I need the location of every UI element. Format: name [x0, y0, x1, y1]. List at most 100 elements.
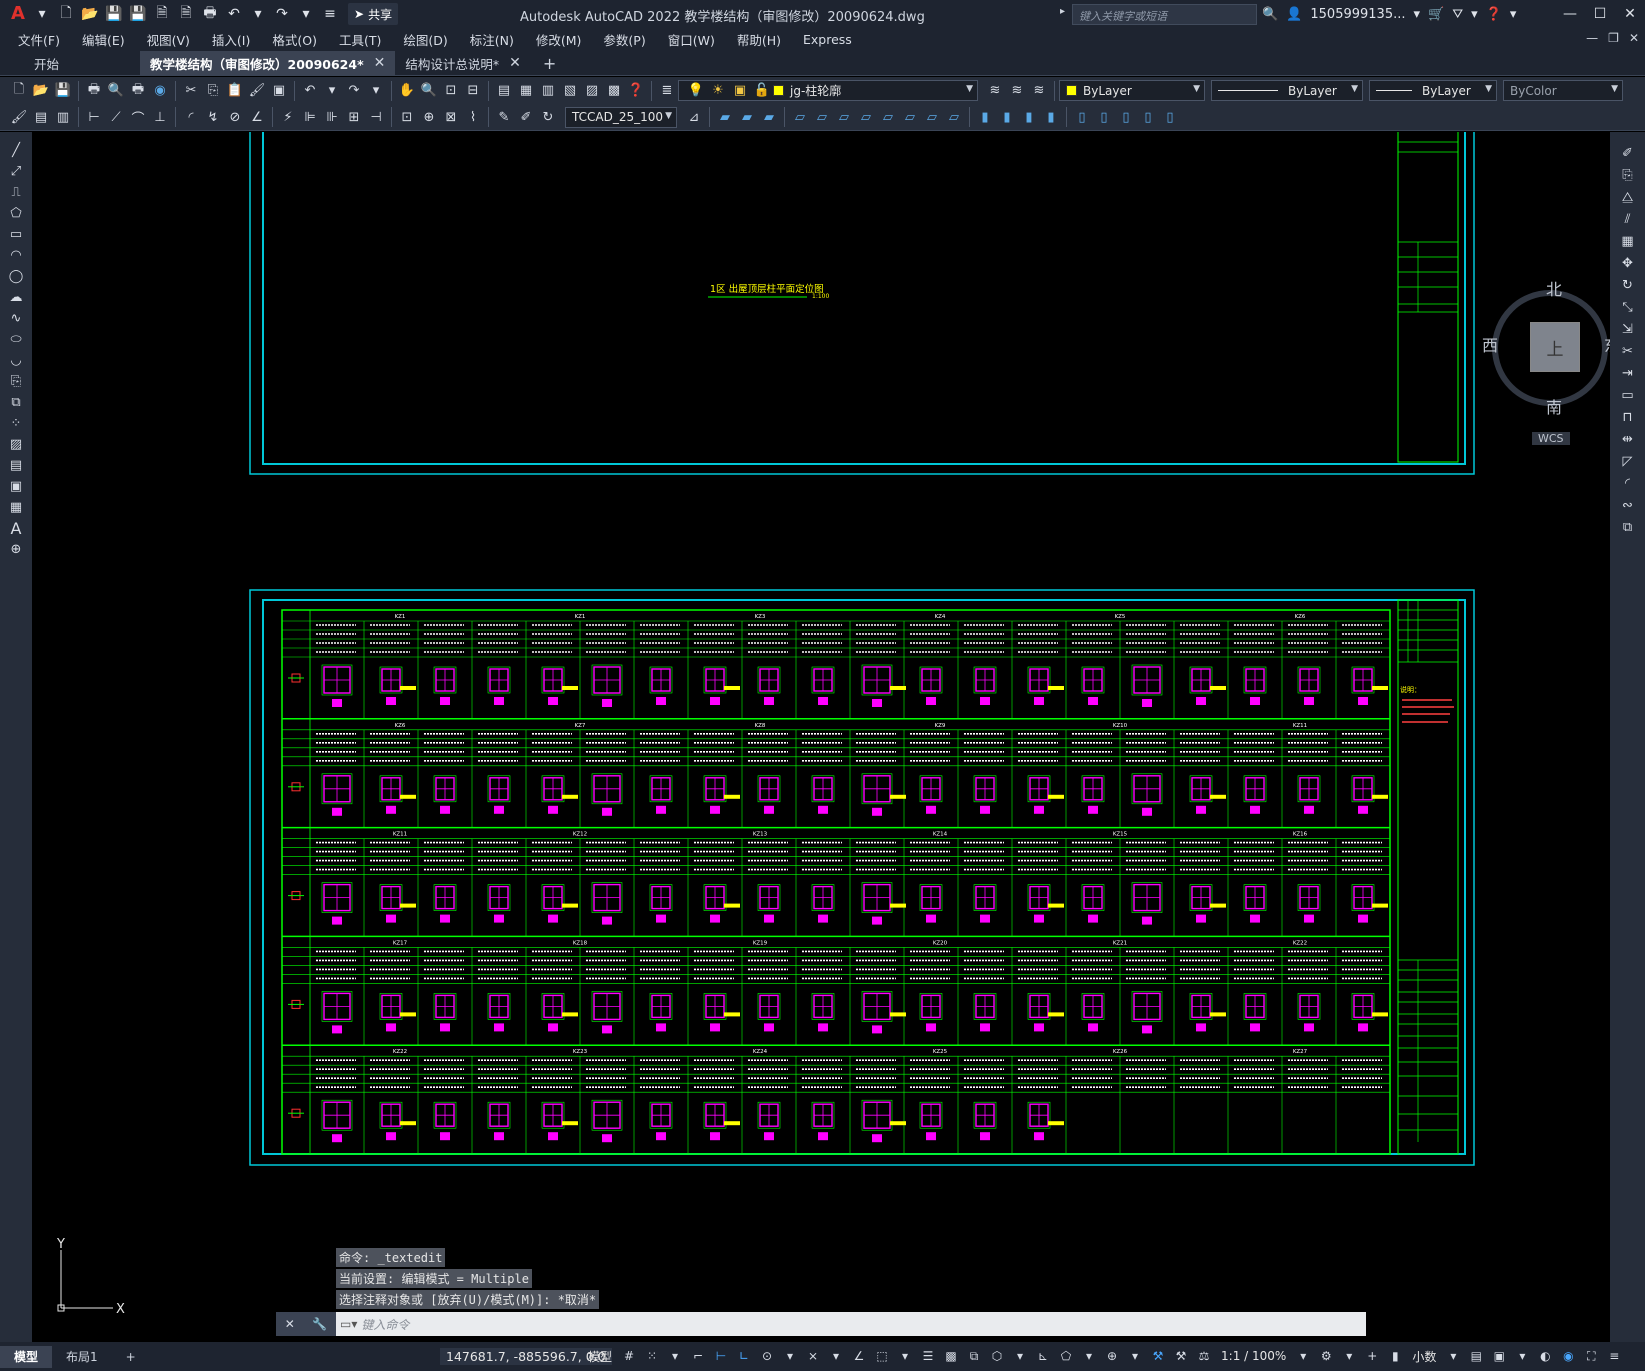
modify-join-icon[interactable]: ▮ — [997, 107, 1017, 127]
hatch-icon[interactable]: ▨ — [5, 434, 27, 455]
copy-object-icon[interactable]: ⎘ — [1617, 164, 1639, 186]
isolate-objects-icon[interactable]: ◐ — [1535, 1346, 1555, 1366]
radius-dim-icon[interactable]: ◜ — [181, 107, 201, 127]
redo-icon[interactable]: ↷ — [271, 3, 293, 25]
undo-icon[interactable]: ↶ — [223, 3, 245, 25]
paste-icon[interactable]: 📋 — [225, 81, 245, 101]
menu-parametric[interactable]: 参数(P) — [603, 30, 657, 49]
viewcube-south[interactable]: 南 — [1546, 394, 1562, 418]
move-icon[interactable]: ✥ — [1617, 252, 1639, 274]
dynamic-ucs-icon[interactable]: ⊾ — [1033, 1346, 1053, 1366]
redo-dropdown-icon[interactable]: ▾ — [295, 3, 317, 25]
tab-start[interactable]: 开始 — [0, 51, 140, 75]
blend-icon[interactable]: ∾ — [1617, 494, 1639, 516]
object-snap-dropdown-icon[interactable]: ▾ — [895, 1346, 915, 1366]
snap-dropdown-icon[interactable]: ▾ — [665, 1346, 685, 1366]
upper-sheet-title[interactable]: 1区 出屋顶层柱平面定位图 — [710, 283, 824, 295]
construction-line-icon[interactable]: ⤢ — [5, 161, 27, 182]
search-icon[interactable]: 🔍 — [1262, 7, 1278, 22]
menu-express[interactable]: Express — [803, 32, 864, 47]
dynamic-input-icon[interactable]: ⊢ — [711, 1346, 731, 1366]
polygon-icon[interactable]: ⬠ — [5, 203, 27, 224]
open-file-icon[interactable]: 📂 — [79, 3, 101, 25]
make-block-icon[interactable]: ⧉ — [5, 392, 27, 413]
autocad-logo-icon[interactable]: A — [6, 3, 30, 25]
layer-properties-icon[interactable]: ≣ — [657, 81, 677, 101]
units-icon[interactable]: ▮ — [1385, 1346, 1405, 1366]
region-icon[interactable]: ▣ — [5, 476, 27, 497]
aligned-dim-icon[interactable]: ⟋ — [106, 107, 126, 127]
array-icon[interactable]: ▦ — [1617, 230, 1639, 252]
angular-dim-icon[interactable]: ∠ — [247, 107, 267, 127]
user-icon[interactable]: 👤 — [1286, 7, 1302, 22]
linetype-dropdown[interactable]: ByLayer ▼ — [1211, 80, 1363, 101]
maximize-icon[interactable]: ☐ — [1585, 0, 1615, 28]
copy-clip-icon[interactable]: ▤ — [31, 107, 51, 127]
help-dropdown-icon[interactable]: ▾ — [1510, 7, 1517, 22]
ortho-icon[interactable]: ∟ — [734, 1346, 754, 1366]
preview-icon[interactable]: 🔍 — [106, 81, 126, 101]
customization-icon[interactable]: ≡ — [1604, 1346, 1624, 1366]
menu-tools[interactable]: 工具(T) — [339, 30, 393, 49]
new-tab-icon[interactable]: + — [531, 51, 568, 75]
grid-icon[interactable]: # — [619, 1346, 639, 1366]
rectangle-icon[interactable]: ▭ — [5, 224, 27, 245]
minimize-icon[interactable]: — — [1555, 0, 1585, 28]
viewcube-north[interactable]: 北 — [1546, 276, 1562, 300]
modify-copy-icon[interactable]: ▰ — [737, 107, 757, 127]
snap-icon[interactable]: ⁙ — [642, 1346, 662, 1366]
quick-properties-icon[interactable]: ▤ — [1466, 1346, 1486, 1366]
dim-style-icon[interactable]: ▥ — [53, 107, 73, 127]
ellipse-icon[interactable]: ⬭ — [5, 329, 27, 350]
isodraft-dropdown-icon[interactable]: ▾ — [826, 1346, 846, 1366]
table-icon[interactable]: ▦ — [5, 497, 27, 518]
modify-chamfer-icon[interactable]: ▮ — [1019, 107, 1039, 127]
a360-dropdown-icon[interactable]: ▾ — [1471, 7, 1478, 22]
save-icon[interactable]: 💾 — [103, 3, 125, 25]
viewcube-west[interactable]: 西 — [1482, 332, 1498, 356]
units-dropdown-icon[interactable]: ▾ — [1443, 1346, 1463, 1366]
inspection-icon[interactable]: ⊠ — [441, 107, 461, 127]
tab-layout1[interactable]: 布局1 — [52, 1346, 112, 1368]
redo-dropdown-icon[interactable]: ▾ — [366, 81, 386, 101]
properties-icon[interactable]: ▤ — [494, 81, 514, 101]
ucs-icon[interactable]: Y X — [55, 1238, 135, 1318]
offset-icon[interactable]: ⫽ — [1617, 208, 1639, 230]
match-icon[interactable]: 🖌 — [9, 107, 29, 127]
modify-mirror-icon[interactable]: ▰ — [759, 107, 779, 127]
menu-dimension[interactable]: 标注(N) — [470, 30, 526, 49]
revcloud-icon[interactable]: ☁ — [5, 287, 27, 308]
modify-break-icon[interactable]: ▮ — [975, 107, 995, 127]
viewcube-east[interactable]: 东 — [1604, 332, 1610, 356]
command-input[interactable]: 键入命令 — [361, 1316, 409, 1333]
clean-screen-icon[interactable]: ⛶ — [1581, 1346, 1601, 1366]
calculator-icon[interactable]: ▩ — [604, 81, 624, 101]
explode-icon[interactable]: ⧉ — [1617, 516, 1639, 538]
save-web-icon[interactable]: 🗎 — [175, 3, 197, 25]
annotation-monitor-icon[interactable]: + — [1362, 1346, 1382, 1366]
annotation-visibility-icon[interactable]: ⚒ — [1148, 1346, 1168, 1366]
dim-update-icon[interactable]: ↻ — [538, 107, 558, 127]
workspace-dropdown-icon[interactable]: ▾ — [1339, 1346, 1359, 1366]
customize-icon[interactable]: 🔧 — [312, 1317, 327, 1331]
modify-explode-icon[interactable]: ▯ — [1072, 107, 1092, 127]
3d-osnap-icon[interactable]: ⬡ — [987, 1346, 1007, 1366]
mirror-icon[interactable]: ⧋ — [1617, 186, 1639, 208]
share-button[interactable]: ➤ 共享 — [348, 3, 399, 25]
center-mark-icon[interactable]: ⊕ — [419, 107, 439, 127]
annotation-scale-value[interactable]: 1:1 / 100% — [1217, 1349, 1290, 1363]
drawing-canvas[interactable]: 1区 出屋顶层柱平面定位图 1:100 说明： KZ1 KZ1 KZ3 KZ4 … — [32, 132, 1610, 1342]
annotation-scale-icon[interactable]: ⚖ — [1194, 1346, 1214, 1366]
trim-icon[interactable]: ✂ — [1617, 340, 1639, 362]
object-snap-tracking-icon[interactable]: ∠ — [849, 1346, 869, 1366]
dim-text-edit-icon[interactable]: ✐ — [516, 107, 536, 127]
close-icon[interactable]: ✕ — [1615, 0, 1645, 28]
modify-rotate-icon[interactable]: ▱ — [856, 107, 876, 127]
modify-erase-icon[interactable]: ▰ — [715, 107, 735, 127]
color-dropdown[interactable]: ByLayer ▼ — [1059, 80, 1205, 101]
quick-dim-icon[interactable]: ⚡ — [278, 107, 298, 127]
markup-icon[interactable]: ▨ — [582, 81, 602, 101]
object-snap-icon[interactable]: ⬚ — [872, 1346, 892, 1366]
lineweight-icon[interactable]: ☰ — [918, 1346, 938, 1366]
modify-move-icon[interactable]: ▱ — [834, 107, 854, 127]
